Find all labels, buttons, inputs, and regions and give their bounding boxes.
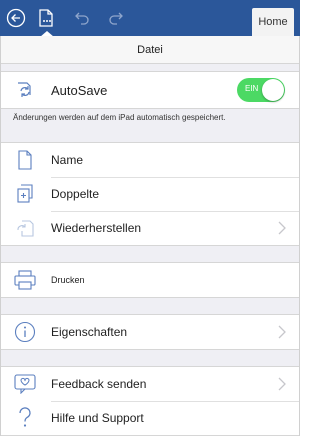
chevron-right-icon	[278, 325, 286, 339]
feedback-icon	[13, 372, 37, 396]
info-icon	[13, 320, 37, 344]
undo-button[interactable]	[68, 4, 96, 32]
title-bar: Home	[0, 0, 300, 37]
duplicate-icon	[13, 182, 37, 206]
autosave-label: AutoSave	[51, 82, 108, 98]
menu-item-feedback[interactable]: Feedback senden	[1, 367, 299, 401]
menu-item-label: Drucken	[51, 275, 85, 285]
back-arrow-icon	[6, 8, 26, 28]
sync-icon	[13, 77, 37, 101]
back-button[interactable]	[2, 4, 30, 32]
menu-item-properties[interactable]: Eigenschaften	[1, 315, 299, 349]
autosave-note: Änderungen werden auf dem iPad automatis…	[13, 113, 226, 122]
autosave-group: AutoSave EIN	[1, 71, 299, 109]
menu-item-help[interactable]: Hilfe und Support	[1, 401, 299, 435]
chevron-right-icon	[278, 221, 286, 235]
print-group: Drucken	[1, 262, 299, 298]
file-panel: Datei AutoSave EIN Änderungen werden auf…	[0, 36, 300, 436]
chevron-right-icon	[278, 377, 286, 391]
redo-icon	[109, 12, 123, 25]
menu-item-label: Eigenschaften	[51, 325, 128, 339]
document-icon	[13, 148, 37, 172]
menu-item-print[interactable]: Drucken	[1, 263, 299, 297]
file-menu-button[interactable]	[32, 4, 60, 32]
properties-group: Eigenschaften	[1, 314, 299, 350]
panel-title: Datei	[1, 36, 299, 64]
help-group: Feedback senden Hilfe und Support	[1, 366, 299, 436]
restore-icon	[13, 216, 37, 240]
menu-item-duplicate[interactable]: Doppelte	[1, 177, 299, 211]
autosave-toggle[interactable]: EIN	[237, 78, 285, 102]
toggle-knob	[262, 79, 284, 101]
printer-icon	[13, 268, 37, 292]
undo-icon	[75, 12, 89, 25]
menu-item-label: Feedback senden	[51, 377, 147, 391]
menu-item-label: Doppelte	[51, 187, 100, 201]
file-actions-group: Name Doppelte Wiederherstellen	[1, 142, 299, 246]
redo-button[interactable]	[102, 4, 130, 32]
menu-item-label: Wiederherstellen	[51, 221, 142, 235]
menu-item-name[interactable]: Name	[1, 143, 299, 177]
file-icon	[39, 9, 53, 27]
autosave-row: AutoSave EIN	[1, 72, 299, 108]
menu-item-label: Hilfe und Support	[51, 411, 144, 425]
question-mark-icon	[13, 406, 37, 430]
tab-home[interactable]: Home	[252, 8, 294, 36]
menu-item-restore[interactable]: Wiederherstellen	[1, 211, 299, 245]
toggle-state-label: EIN	[245, 84, 259, 93]
menu-item-label: Name	[51, 153, 84, 167]
